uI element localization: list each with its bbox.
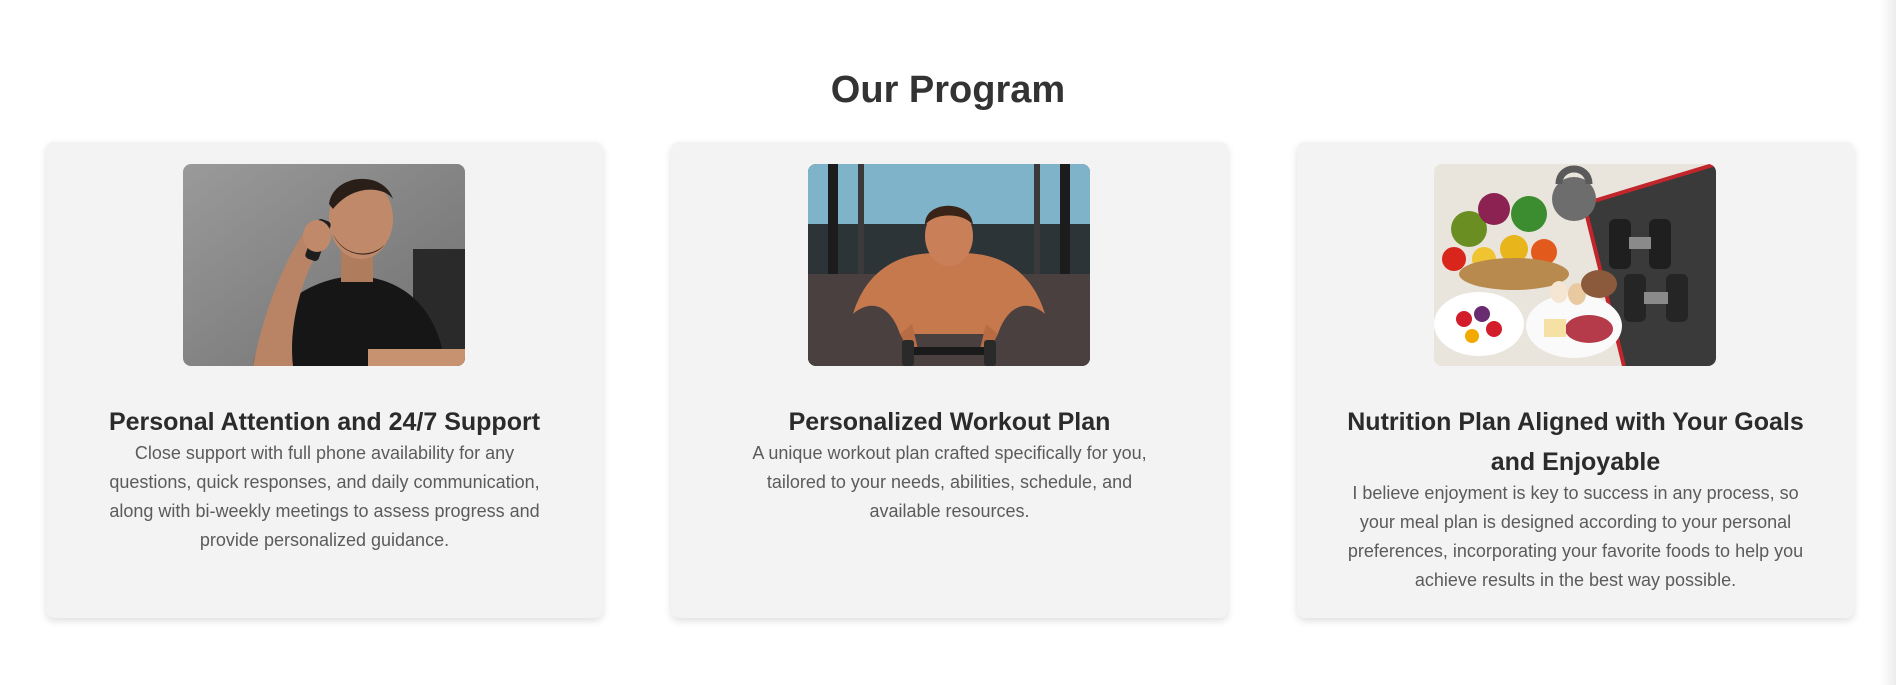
man-on-phone-photo: [183, 164, 465, 366]
card-description: I believe enjoyment is key to success in…: [1347, 483, 1804, 590]
program-card-workout: Personalized Workout Plan A unique worko…: [671, 142, 1228, 618]
card-title: Personalized Workout Plan: [788, 408, 1111, 436]
section-title: Our Program: [830, 69, 1066, 111]
window-edge-shadow: [1880, 0, 1896, 685]
man-doing-pushups-photo: [808, 164, 1090, 366]
healthy-food-and-dumbbells-photo: [1434, 164, 1716, 366]
card-title: Personal Attention and 24/7 Support: [108, 408, 541, 436]
program-card-nutrition: Nutrition Plan Aligned with Your Goals a…: [1297, 142, 1854, 618]
program-section: Our Program Personal Attention and 24/7 …: [0, 0, 1896, 685]
program-card-support: Personal Attention and 24/7 Support Clos…: [46, 142, 603, 618]
card-title: Nutrition Plan Aligned with Your Goals a…: [1347, 408, 1804, 476]
card-description: A unique workout plan crafted specifical…: [752, 443, 1147, 521]
card-description: Close support with full phone availabili…: [109, 443, 540, 550]
